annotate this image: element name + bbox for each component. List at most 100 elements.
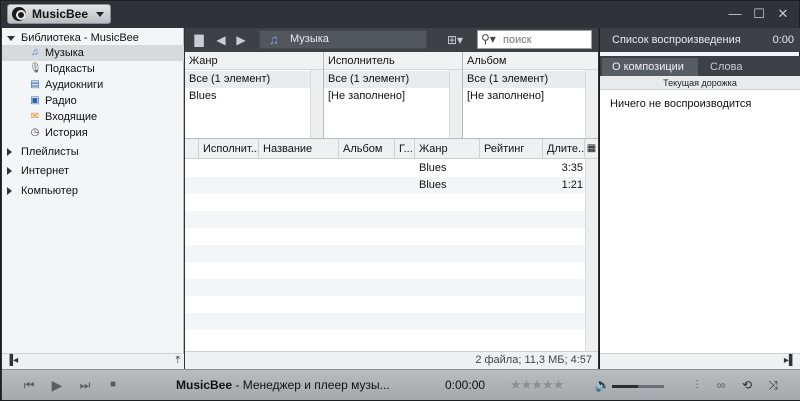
filter-column-album: Альбом Все (1 элемент) [Не заполнено] xyxy=(463,52,598,138)
music-note-icon: ♫ xyxy=(269,32,279,47)
app-menu-label: MusicBee xyxy=(32,7,89,21)
column-header-year[interactable]: Г... xyxy=(395,139,415,159)
sidebar-library[interactable]: Библиотека - MusicBee xyxy=(2,30,184,46)
chevron-down-icon xyxy=(96,12,105,17)
column-header-title[interactable]: Название xyxy=(259,139,339,159)
search-icon[interactable]: ⚲▾ xyxy=(481,33,503,46)
track-list-header: Исполнит... Название Альбом Г... Жанр Ре… xyxy=(185,139,598,159)
table-row[interactable] xyxy=(185,245,585,262)
inbox-icon: ✉ xyxy=(30,111,40,122)
scrobble-icon[interactable]: ∞ xyxy=(712,376,730,394)
expand-arrow-icon[interactable] xyxy=(7,187,12,195)
filter-item[interactable]: Blues xyxy=(185,88,323,105)
breadcrumb[interactable]: ♫ Музыка xyxy=(259,30,427,49)
volume-icon[interactable]: 🔈 xyxy=(594,376,612,394)
table-row[interactable]: Blues 3:35 xyxy=(185,160,585,177)
now-playing-header[interactable]: Список воспроизведения 0:00 xyxy=(600,28,800,52)
tab-track-info[interactable]: О композиции xyxy=(602,58,698,76)
volume-fill xyxy=(612,385,638,388)
rating-stars[interactable]: ★★★★★ xyxy=(510,377,564,393)
sidebar-footer: ▐◂ ⤒ xyxy=(2,353,184,369)
sidebar-group-playlists[interactable]: Плейлисты xyxy=(2,144,184,160)
table-row[interactable] xyxy=(185,330,585,347)
previous-track-icon[interactable]: ⏮ xyxy=(20,376,38,394)
track-list: Исполнит... Название Альбом Г... Жанр Ре… xyxy=(185,138,598,352)
right-panel: Список воспроизведения 0:00 О композиции… xyxy=(599,28,800,369)
filter-item[interactable]: [Не заполнено] xyxy=(324,88,462,105)
table-row[interactable] xyxy=(185,279,585,296)
table-row[interactable] xyxy=(185,262,585,279)
current-track-label: Текущая дорожка xyxy=(600,76,800,90)
next-track-icon[interactable]: ⏭ xyxy=(76,376,94,394)
view-layout-icon[interactable]: ⊞▾ xyxy=(443,32,467,48)
search-box[interactable]: ⚲▾ xyxy=(477,30,592,49)
stop-icon[interactable]: ■ xyxy=(104,376,122,394)
table-row[interactable] xyxy=(185,194,585,211)
column-header-rating[interactable]: Рейтинг xyxy=(480,139,543,159)
filter-header[interactable]: Исполнитель xyxy=(324,52,462,70)
filter-item[interactable]: [Не заполнено] xyxy=(463,88,598,105)
table-row[interactable] xyxy=(185,211,585,228)
filter-item-all[interactable]: Все (1 элемент) xyxy=(324,71,462,88)
volume-slider[interactable] xyxy=(612,385,664,388)
sidebar-item-history[interactable]: ◷ История xyxy=(2,125,184,141)
player-bar: ⏮ ▶ ⏭ ■ MusicBee - Менеджер и плеер музы… xyxy=(2,369,800,400)
equalizer-icon[interactable]: ⫶ xyxy=(688,376,706,394)
sidebar-group-internet[interactable]: Интернет xyxy=(2,163,184,179)
expand-arrow-icon[interactable] xyxy=(7,36,15,41)
title-bar: MusicBee — ☐ ✕ xyxy=(1,1,799,28)
sidebar-item-radio[interactable]: ▣ Радио xyxy=(2,93,184,109)
table-row[interactable] xyxy=(185,296,585,313)
filter-header[interactable]: Альбом xyxy=(463,52,598,70)
back-arrow-icon[interactable]: ◀ xyxy=(213,32,229,48)
tab-lyrics[interactable]: Слова xyxy=(700,58,796,76)
column-header-album[interactable]: Альбом xyxy=(339,139,395,159)
table-row[interactable]: Blues 1:21 xyxy=(185,177,585,194)
new-folder-icon[interactable]: ▇ xyxy=(191,32,207,48)
expand-arrow-icon[interactable] xyxy=(7,167,12,175)
sidebar: Библиотека - MusicBee ♫ Музыка 🎙 Подкаст… xyxy=(2,28,184,369)
expand-arrow-icon[interactable] xyxy=(7,148,12,156)
filter-column-artist: Исполнитель Все (1 элемент) [Не заполнен… xyxy=(324,52,463,138)
sidebar-item-podcasts[interactable]: 🎙 Подкасты xyxy=(2,61,184,77)
sidebar-item-inbox[interactable]: ✉ Входящие xyxy=(2,109,184,125)
nothing-playing-message: Ничего не воспроизводится xyxy=(610,98,752,110)
status-bar: 2 файла; 11,3 МБ; 4:57 xyxy=(185,351,598,369)
column-chooser-icon[interactable]: ▦ xyxy=(585,139,598,159)
microphone-icon: 🎙 xyxy=(29,63,42,74)
track-genre: Blues xyxy=(419,162,447,174)
collapse-panel-icon[interactable]: ▐◂ xyxy=(6,355,18,366)
search-input[interactable] xyxy=(503,32,589,47)
player-app-name: MusicBee xyxy=(176,378,233,392)
upload-icon[interactable]: ⤒ xyxy=(176,355,180,366)
column-header-duration[interactable]: Длите... xyxy=(543,139,585,159)
scrollbar[interactable] xyxy=(310,70,323,138)
filter-item-all[interactable]: Все (1 элемент) xyxy=(463,71,598,88)
table-row[interactable] xyxy=(185,313,585,330)
filter-header[interactable]: Жанр xyxy=(185,52,323,70)
repeat-icon[interactable]: ⟲ xyxy=(738,376,756,394)
sidebar-item-music[interactable]: ♫ Музыка xyxy=(2,45,184,61)
collapse-panel-icon[interactable]: ▸▌ xyxy=(784,355,796,366)
music-note-icon: ♫ xyxy=(31,47,39,58)
filter-item-all[interactable]: Все (1 элемент) xyxy=(185,71,323,88)
breadcrumb-label: Музыка xyxy=(290,33,329,45)
minimize-button[interactable]: — xyxy=(726,6,744,22)
right-panel-tabs: О композиции Слова xyxy=(600,56,800,76)
scrollbar[interactable] xyxy=(585,70,598,138)
scrollbar[interactable] xyxy=(449,70,462,138)
close-button[interactable]: ✕ xyxy=(774,6,792,22)
forward-arrow-icon[interactable]: ▶ xyxy=(233,32,249,48)
app-menu-button[interactable]: MusicBee xyxy=(7,4,112,24)
table-row[interactable] xyxy=(185,228,585,245)
play-icon[interactable]: ▶ xyxy=(48,376,66,394)
column-header-blank[interactable] xyxy=(185,139,199,159)
shuffle-icon[interactable]: ⤨ xyxy=(764,376,782,394)
scrollbar[interactable] xyxy=(585,159,598,352)
column-header-artist[interactable]: Исполнит... xyxy=(199,139,259,159)
sidebar-item-audiobooks[interactable]: ▤ Аудиокниги xyxy=(2,77,184,93)
maximize-button[interactable]: ☐ xyxy=(750,6,768,22)
radio-icon: ▣ xyxy=(30,95,40,106)
column-header-genre[interactable]: Жанр xyxy=(415,139,480,159)
sidebar-group-computer[interactable]: Компьютер xyxy=(2,183,184,199)
